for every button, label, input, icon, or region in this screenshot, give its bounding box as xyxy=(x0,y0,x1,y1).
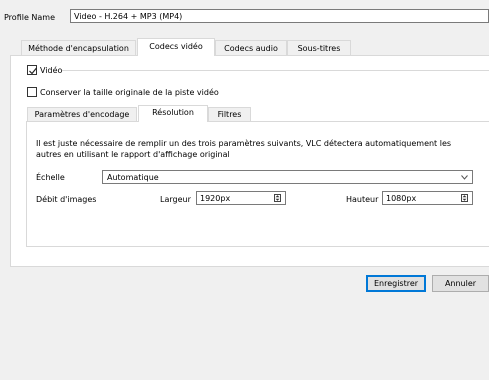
chevron-down-icon xyxy=(461,175,468,180)
width-spinbox[interactable]: 1920px xyxy=(196,191,286,205)
cancel-button[interactable]: Annuler xyxy=(432,275,489,292)
keep-original-size-label: Conserver la taille originale de la pist… xyxy=(40,88,219,97)
resolution-info-line1: Il est juste nécessaire de remplir un de… xyxy=(36,139,452,148)
width-label: Largeur xyxy=(160,195,191,204)
scale-select-value: Automatique xyxy=(107,173,159,182)
tab-video-codec[interactable]: Codecs vidéo xyxy=(137,38,215,56)
framerate-label: Débit d'images xyxy=(36,195,97,204)
save-button[interactable]: Enregistrer xyxy=(366,275,426,292)
height-value: 1080px xyxy=(386,194,417,203)
video-checkbox-label: Vidéo xyxy=(40,66,63,75)
width-value: 1920px xyxy=(200,194,231,203)
video-groupbox-line xyxy=(62,70,489,71)
subtab-filters[interactable]: Filtres xyxy=(208,107,251,121)
height-stepper[interactable] xyxy=(461,194,468,202)
tab-encapsulation[interactable]: Méthode d'encapsulation xyxy=(21,40,136,56)
keep-original-size-checkbox[interactable] xyxy=(27,87,37,97)
width-stepper[interactable] xyxy=(274,194,281,202)
resolution-info-line2: autres en utilisant le rapport d'afficha… xyxy=(36,150,230,159)
height-spinbox[interactable]: 1080px xyxy=(382,191,473,205)
profile-name-label: Profile Name xyxy=(4,13,56,22)
scale-label: Échelle xyxy=(36,173,65,182)
stepper-arrows-icon xyxy=(462,195,467,201)
scale-select[interactable]: Automatique xyxy=(102,170,473,184)
checkmark-icon xyxy=(29,67,37,75)
height-label: Hauteur xyxy=(346,195,379,204)
tab-subtitles[interactable]: Sous-titres xyxy=(287,40,351,56)
profile-name-input[interactable]: Video - H.264 + MP3 (MP4) xyxy=(70,9,489,23)
stepper-arrows-icon xyxy=(275,195,280,201)
subtab-encoding-params[interactable]: Paramètres d'encodage xyxy=(27,107,137,121)
tab-audio-codec[interactable]: Codecs audio xyxy=(215,40,287,56)
video-checkbox[interactable] xyxy=(27,65,37,75)
subtab-resolution[interactable]: Résolution xyxy=(138,105,208,122)
